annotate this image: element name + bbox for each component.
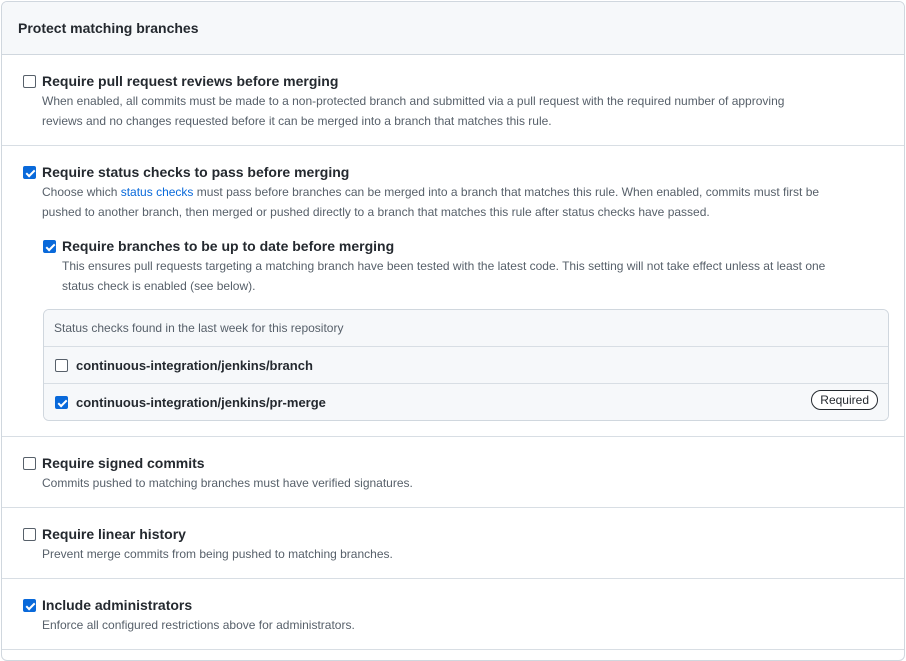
- up-to-date-note: This ensures pull requests targeting a m…: [62, 256, 902, 296]
- status-check-item[interactable]: continuous-integration/jenkins/pr-merge …: [44, 384, 888, 420]
- panel-header: Protect matching branches: [2, 2, 904, 55]
- include-admins-note: Enforce all configured restrictions abov…: [42, 618, 355, 632]
- status-checks-note-suffix: must pass before branches can be merged …: [193, 185, 820, 199]
- status-checks-note-line2: pushed to another branch, then merged or…: [42, 205, 710, 219]
- status-checks-note-line1: Choose which status checks must pass bef…: [42, 182, 904, 202]
- up-to-date-note-line2: status check is enabled (see below).: [62, 279, 256, 293]
- option-row-pr-reviews: Require pull request reviews before merg…: [2, 55, 904, 146]
- status-checks-list: Status checks found in the last week for…: [43, 309, 889, 421]
- linear-history-label[interactable]: Require linear history: [42, 524, 904, 544]
- include-admins-label[interactable]: Include administrators: [42, 595, 904, 615]
- pr-reviews-note-line1: When enabled, all commits must be made t…: [42, 94, 785, 108]
- pr-reviews-note: When enabled, all commits must be made t…: [42, 91, 882, 131]
- up-to-date-note-line1: This ensures pull requests targeting a m…: [62, 259, 826, 273]
- linear-history-note: Prevent merge commits from being pushed …: [42, 547, 393, 561]
- option-row-linear-history: Require linear history Prevent merge com…: [2, 508, 904, 579]
- status-check-branch-checkbox[interactable]: [55, 359, 68, 372]
- status-checks-note-prefix: Choose which: [42, 185, 121, 199]
- pr-reviews-note-line2: reviews and no changes requested before …: [42, 114, 552, 128]
- option-row-include-admins: Include administrators Enforce all confi…: [2, 579, 904, 650]
- pr-reviews-label[interactable]: Require pull request reviews before merg…: [42, 71, 904, 91]
- status-check-pr-merge-checkbox[interactable]: [55, 396, 68, 409]
- status-check-name: continuous-integration/jenkins/branch: [76, 357, 313, 373]
- panel-title: Protect matching branches: [18, 20, 199, 36]
- required-badge[interactable]: Required: [811, 390, 878, 410]
- status-check-item[interactable]: continuous-integration/jenkins/branch: [44, 347, 888, 384]
- branch-protection-panel: Protect matching branches Require pull r…: [1, 1, 905, 661]
- option-row-status-checks: Require status checks to pass before mer…: [2, 146, 904, 437]
- up-to-date-checkbox[interactable]: [43, 240, 56, 253]
- status-check-name: continuous-integration/jenkins/pr-merge: [76, 395, 326, 410]
- up-to-date-label[interactable]: Require branches to be up to date before…: [62, 236, 902, 256]
- status-checks-label[interactable]: Require status checks to pass before mer…: [42, 162, 904, 182]
- signed-commits-note: Commits pushed to matching branches must…: [42, 476, 413, 490]
- option-row-signed-commits: Require signed commits Commits pushed to…: [2, 437, 904, 508]
- status-checks-list-header: Status checks found in the last week for…: [44, 310, 888, 347]
- status-checks-link[interactable]: status checks: [121, 185, 194, 199]
- up-to-date-option: Require branches to be up to date before…: [62, 236, 902, 296]
- status-checks-note: Choose which status checks must pass bef…: [42, 182, 904, 222]
- signed-commits-label[interactable]: Require signed commits: [42, 453, 904, 473]
